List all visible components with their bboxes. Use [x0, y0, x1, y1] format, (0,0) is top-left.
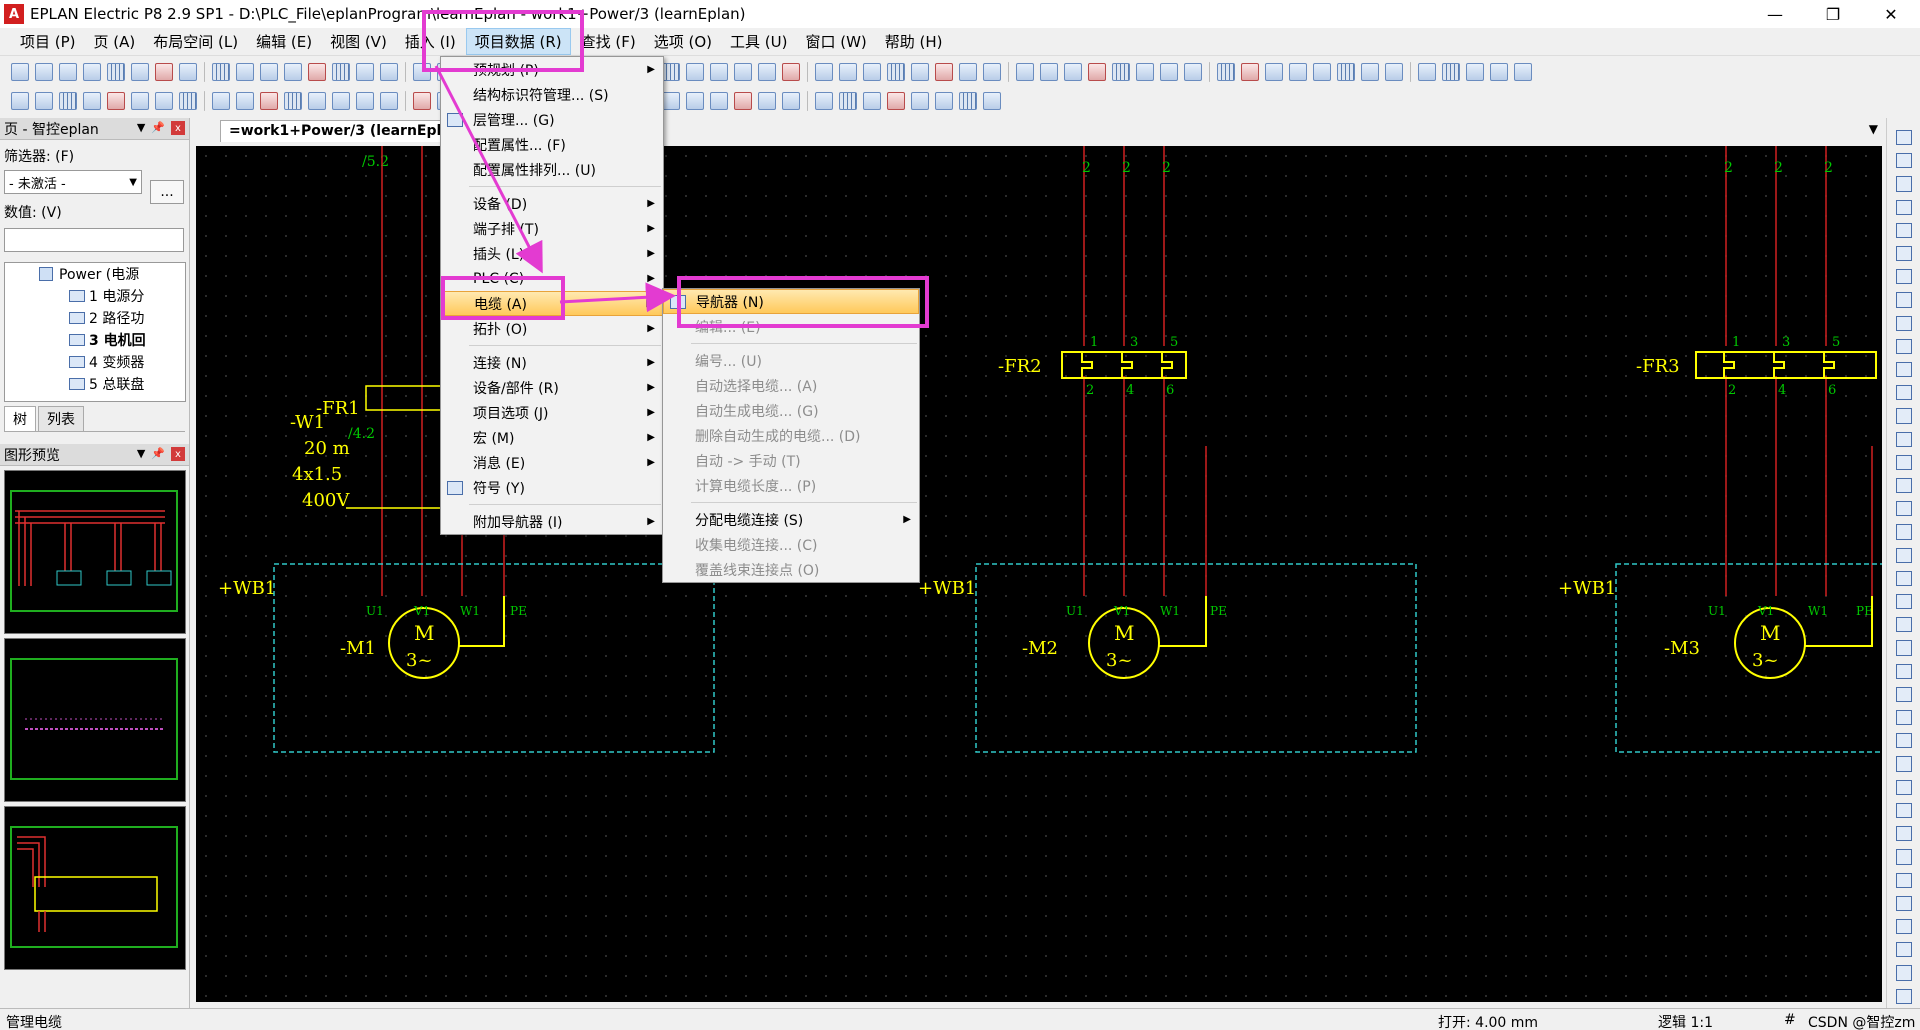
annotation-arrows	[434, 65, 676, 313]
